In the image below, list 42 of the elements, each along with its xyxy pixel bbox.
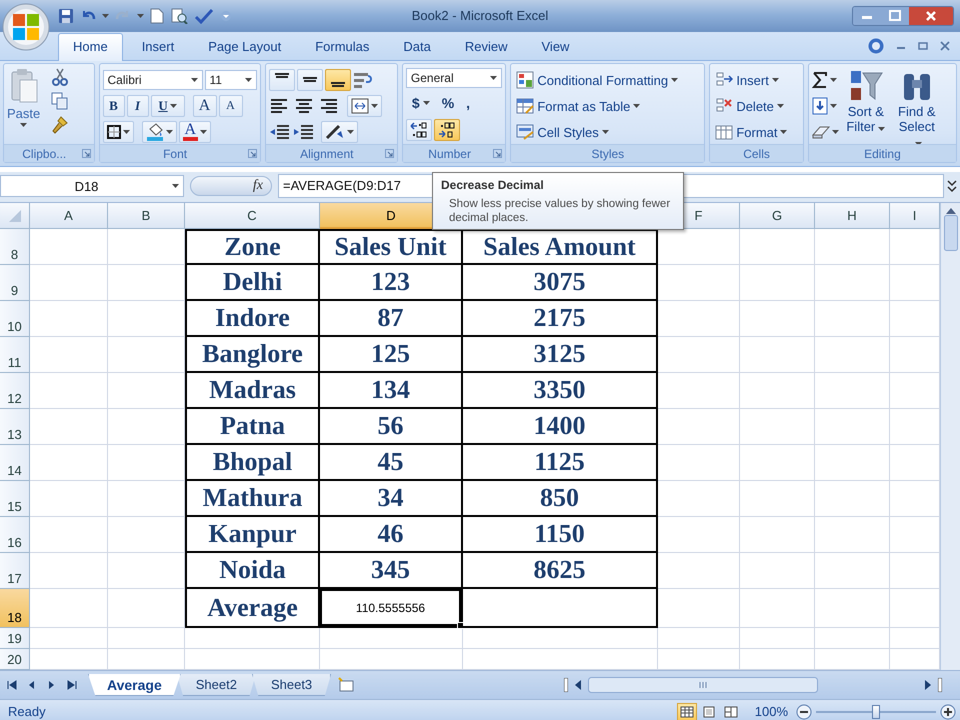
table-cell: Kanpur	[208, 519, 297, 549]
table-cell: 345	[371, 555, 410, 585]
table-cell: 3125	[534, 339, 586, 369]
table-cell: Mathura	[202, 483, 302, 513]
table-cell: 8625	[534, 555, 586, 585]
table-cell: 46	[378, 519, 404, 549]
column-heading: Zone	[224, 232, 281, 262]
status-text: Ready	[7, 704, 46, 719]
group-label: Clipbo...	[21, 146, 68, 160]
table-cell: 3350	[534, 375, 586, 405]
group-label: Font	[162, 146, 188, 160]
table-cell: 125	[371, 339, 410, 369]
column-heading: Sales Unit	[334, 232, 446, 262]
table-cell: 3075	[534, 267, 586, 297]
table-cell: Patna	[220, 411, 285, 441]
column-heading: Sales Amount	[483, 232, 636, 262]
table-cell: 1150	[534, 519, 585, 549]
table-cell: Banglore	[202, 339, 303, 369]
group-label: Editing	[863, 146, 902, 160]
group-label: Number	[427, 146, 472, 160]
table-cell: 1400	[534, 411, 586, 441]
table-cell: 2175	[534, 303, 586, 333]
group-label: Cells	[742, 146, 771, 160]
window-title: Book2 - Microsoft Excel	[412, 8, 548, 23]
group-label: Alignment	[299, 146, 354, 160]
table-cell: Bhopal	[212, 447, 292, 477]
table-cell: 56	[378, 411, 404, 441]
table-cell: Indore	[215, 303, 290, 333]
table-cell: Madras	[209, 375, 296, 405]
group-label: Styles	[590, 146, 626, 160]
table-cell: 123	[371, 267, 410, 297]
table-cell: 1125	[534, 447, 585, 477]
table-cell: 850	[540, 483, 579, 513]
zoom-level: 100%	[754, 704, 788, 719]
table-cell: 87	[378, 303, 404, 333]
tooltip-title: Decrease Decimal	[441, 178, 545, 192]
table-cell: 45	[378, 447, 404, 477]
table-cell: 134	[371, 375, 410, 405]
table-cell: Average	[207, 592, 298, 622]
table-cell: Noida	[219, 555, 286, 585]
table-cell: 34	[378, 483, 404, 513]
table-cell: Delhi	[222, 267, 282, 297]
